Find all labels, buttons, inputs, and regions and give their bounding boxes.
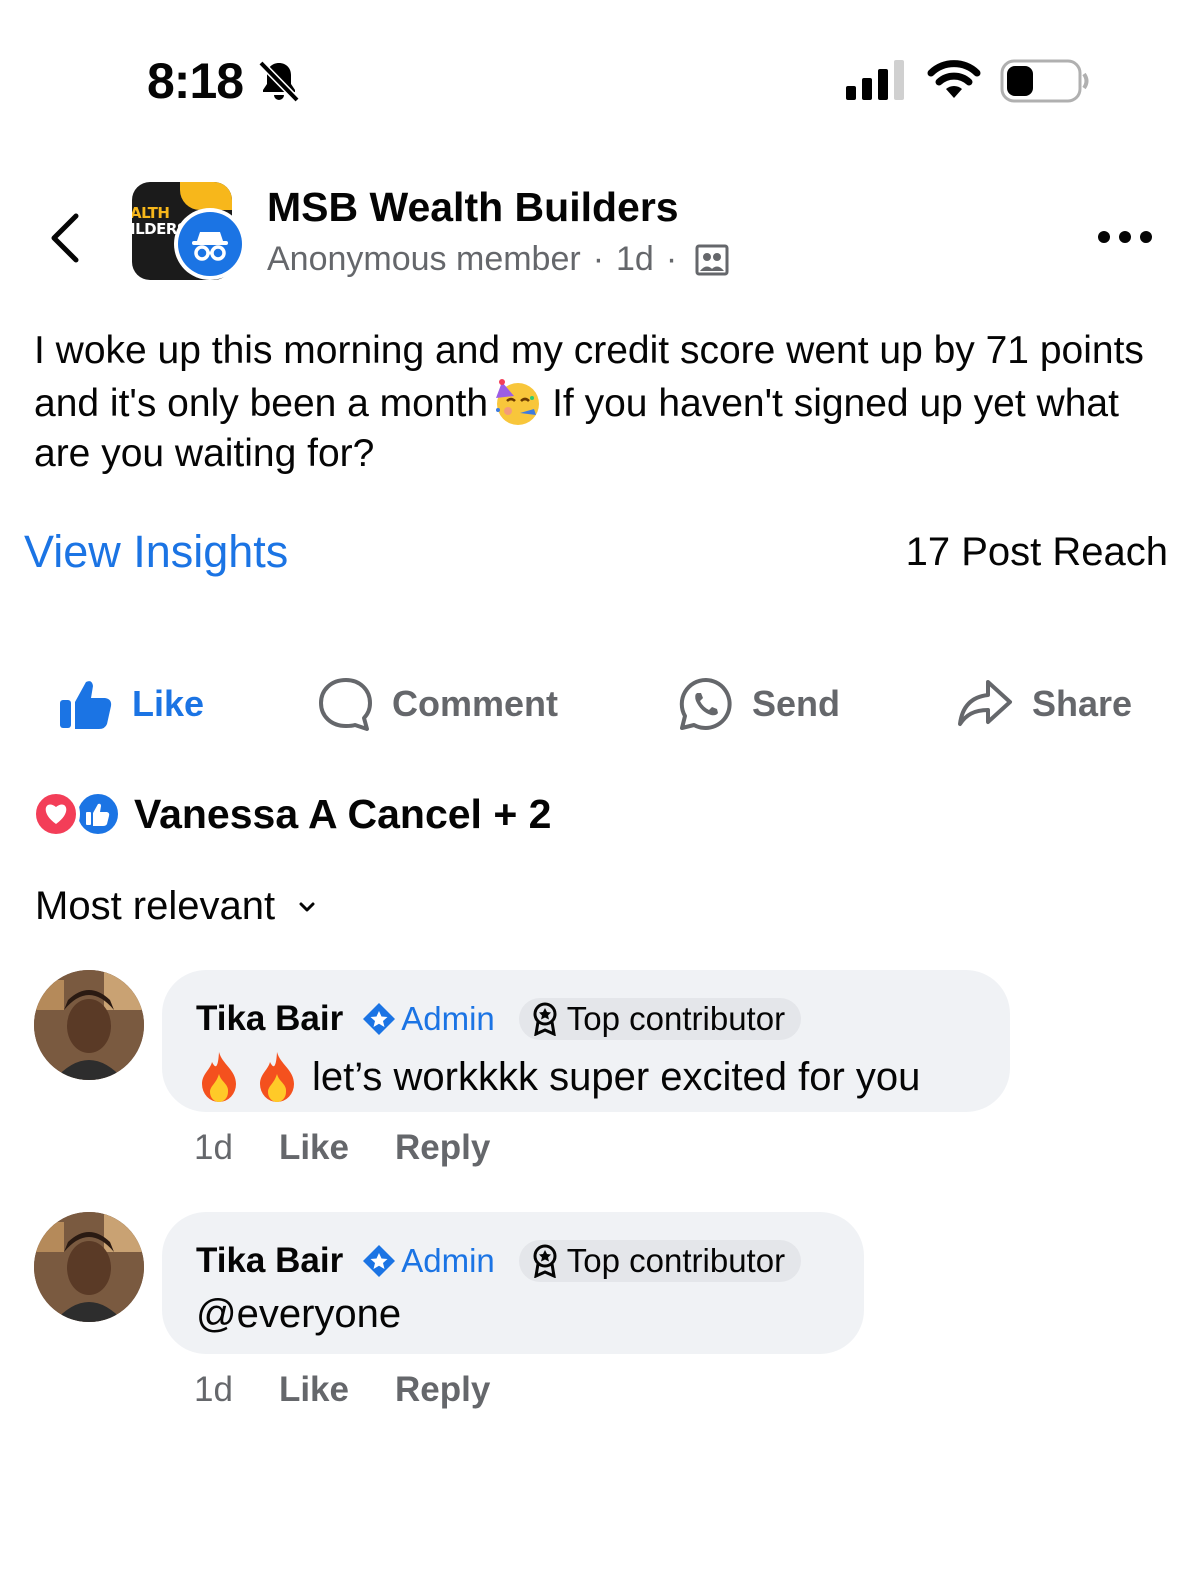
comment-actions: 1d Like Reply (194, 1128, 490, 1168)
commenter-avatar[interactable] (34, 1212, 144, 1322)
admin-shield-icon (363, 1245, 396, 1277)
chevron-down-icon (299, 902, 315, 911)
top-contributor-label: Top contributor (566, 1242, 786, 1279)
group-audience-icon (695, 244, 729, 275)
more-options-icon[interactable] (1096, 228, 1154, 246)
commenter-avatar[interactable] (34, 970, 144, 1080)
comment-text: let’s workkkk super excited for you (312, 1054, 921, 1099)
love-reaction-icon (32, 790, 80, 838)
group-name[interactable]: MSB Wealth Builders (267, 184, 679, 231)
like-label: Like (132, 683, 205, 724)
back-icon[interactable] (46, 210, 86, 266)
meta-separator: · (592, 240, 605, 278)
comment-bubble: Tika Bair Admin Top contributor let’s wo… (162, 970, 1010, 1112)
anonymous-badge (174, 208, 246, 280)
post-time[interactable]: 1d (616, 240, 654, 279)
comment-time[interactable]: 1d (194, 1128, 233, 1168)
award-icon (533, 1244, 557, 1278)
author-name[interactable]: Anonymous member (267, 240, 581, 279)
reactions-summary[interactable]: Vanessa A Cancel + 2 (32, 790, 551, 838)
wifi-icon (927, 60, 981, 98)
top-contributor-label: Top contributor (566, 1000, 786, 1037)
comment-like-button[interactable]: Like (279, 1370, 349, 1410)
comment-text: @everyone (196, 1292, 402, 1336)
comment-bubble: Tika Bair Admin Top contributor @everyon… (162, 1212, 864, 1354)
commenter-name[interactable]: Tika Bair (196, 1241, 343, 1281)
comment-reply-button[interactable]: Reply (395, 1128, 490, 1168)
comment-like-button[interactable]: Like (279, 1128, 349, 1168)
post-meta: Anonymous member · 1d · (267, 240, 729, 279)
share-icon (958, 680, 1012, 726)
signal-icon (846, 60, 904, 100)
like-reaction-icon (74, 790, 122, 838)
like-button[interactable]: Like (58, 672, 204, 736)
admin-badge: Admin (361, 1242, 495, 1280)
comment-icon (319, 678, 372, 731)
admin-badge: Admin (361, 1000, 495, 1038)
top-contributor-badge: Top contributor (518, 998, 802, 1040)
status-time: 8:18 (147, 53, 244, 109)
comment-sort-dropdown[interactable]: Most relevant (35, 884, 315, 929)
view-insights-link[interactable]: View Insights (24, 526, 288, 578)
incognito-icon (192, 232, 228, 261)
fire-emoji-icon (260, 1052, 294, 1102)
admin-shield-icon (363, 1003, 396, 1035)
profile-photo-icon (34, 1212, 144, 1322)
admin-label: Admin (401, 1242, 495, 1279)
comment-time[interactable]: 1d (194, 1370, 233, 1410)
post-reach: 17 Post Reach (905, 530, 1168, 574)
share-button[interactable]: Share (956, 672, 1132, 736)
group-avatar-stripe (180, 182, 232, 210)
comment-actions: 1d Like Reply (194, 1370, 490, 1410)
bell-off-icon (258, 60, 300, 103)
award-icon (533, 1002, 557, 1036)
send-label: Send (752, 683, 841, 724)
top-contributor-badge: Top contributor (518, 1240, 802, 1282)
send-button[interactable]: Send (678, 672, 840, 736)
profile-photo-icon (34, 970, 144, 1080)
post-text: I woke up this morning and my credit sco… (34, 326, 1164, 479)
whatsapp-icon (679, 677, 732, 730)
thumbs-up-icon (60, 681, 112, 729)
partying-face-emoji-icon (496, 379, 540, 425)
comment-label: Comment (392, 683, 559, 724)
reactors-names: Vanessa A Cancel + 2 (134, 790, 552, 837)
battery-icon (1000, 59, 1089, 103)
comment-button[interactable]: Comment (318, 672, 558, 736)
meta-separator: · (665, 240, 678, 278)
commenter-name[interactable]: Tika Bair (196, 999, 343, 1039)
admin-label: Admin (401, 1000, 495, 1037)
comment-reply-button[interactable]: Reply (395, 1370, 490, 1410)
sort-label: Most relevant (35, 884, 276, 928)
share-label: Share (1032, 683, 1133, 724)
fire-emoji-icon (202, 1052, 236, 1102)
